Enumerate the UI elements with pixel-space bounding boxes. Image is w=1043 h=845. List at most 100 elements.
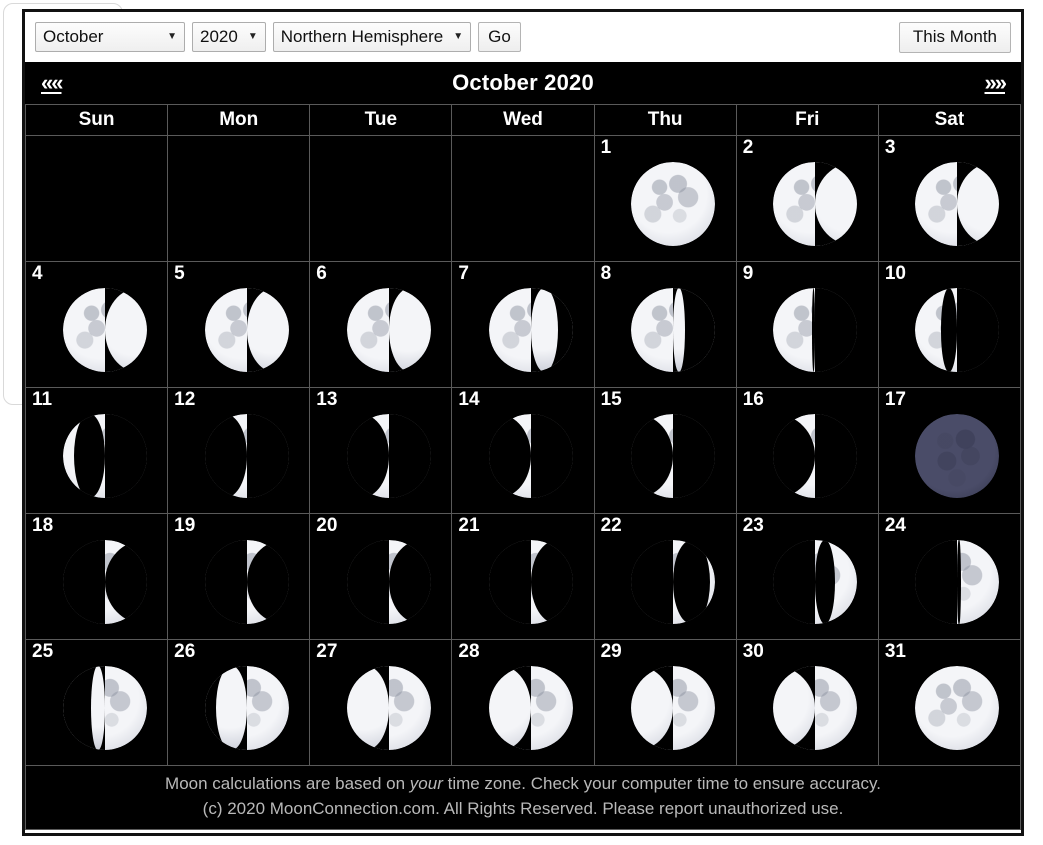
calendar-day-21[interactable]: 21	[451, 513, 595, 640]
day-number: 18	[32, 515, 54, 536]
calendar-day-3[interactable]: 3	[877, 135, 1022, 262]
calendar-day-26[interactable]: 26	[167, 639, 311, 766]
moon-disc-waxing-gibbous	[631, 665, 716, 750]
calendar-day-2[interactable]: 2	[735, 135, 879, 262]
calendar-day-11[interactable]: 11	[24, 387, 169, 514]
month-select[interactable]: October ▼	[35, 22, 185, 52]
calendar-day-28[interactable]: 28	[451, 639, 595, 766]
moon-disc-waning-gibbous	[346, 287, 431, 372]
calendar-day-17[interactable]: 17	[877, 387, 1022, 514]
calendar-day-6[interactable]: 6	[309, 261, 453, 388]
calendar-body: 1 2 3 4 5 6 7 8 9 10 11 12 13 14 15 16 17 18 19 20 21 22 23 24 2…	[24, 135, 1022, 766]
previous-month-arrow-icon[interactable]: ««	[41, 70, 64, 96]
calendar-day-16[interactable]: 16	[735, 387, 879, 514]
calendar-day-5[interactable]: 5	[167, 261, 311, 388]
moon-shadow-half	[530, 413, 573, 498]
moon-disc-waning-crescent	[773, 413, 858, 498]
day-number: 8	[600, 263, 612, 284]
day-number: 16	[742, 389, 764, 410]
calendar-day-13[interactable]: 13	[309, 387, 453, 514]
moon-shadow	[915, 287, 1000, 372]
moon-shadow-half	[815, 287, 858, 372]
weekday-header-row: Sun Mon Tue Wed Thu Fri Sat	[24, 104, 1022, 136]
calendar-day-4[interactable]: 4	[24, 261, 169, 388]
moon-disc-waning-crescent	[62, 413, 147, 498]
weekday-header-wed: Wed	[451, 104, 595, 136]
hemisphere-select[interactable]: Northern Hemisphere ▼	[272, 22, 472, 52]
calendar-day-25[interactable]: 25	[24, 639, 169, 766]
this-month-button[interactable]: This Month	[898, 21, 1011, 53]
moon-terminator-bulge	[388, 287, 431, 372]
moon-phase-image	[452, 262, 593, 387]
moon-terminator-bulge	[773, 413, 816, 498]
moon-disc-waxing-gibbous	[488, 665, 573, 750]
calendar-day-31[interactable]: 31	[877, 639, 1022, 766]
moon-shadow-half	[815, 413, 858, 498]
moon-shadow-half	[104, 413, 147, 498]
calendar-day-29[interactable]: 29	[593, 639, 737, 766]
calendar-day-18[interactable]: 18	[24, 513, 169, 640]
day-number: 14	[458, 389, 480, 410]
day-number: 19	[174, 515, 196, 536]
moon-shadow	[488, 665, 573, 750]
year-select-value: 2020	[200, 27, 238, 46]
calendar-day-10[interactable]: 10	[877, 261, 1022, 388]
moon-terminator-bulge	[530, 287, 558, 372]
day-number: 12	[174, 389, 196, 410]
calendar-day-30[interactable]: 30	[735, 639, 879, 766]
calendar-day-1[interactable]: 1	[593, 135, 737, 262]
moon-disc-full	[915, 665, 1000, 750]
calendar-day-20[interactable]: 20	[309, 513, 453, 640]
calendar-week-row: 18 19 20 21 22 23 24	[24, 513, 1022, 640]
day-number: 21	[458, 515, 480, 536]
moon-terminator-bulge	[673, 539, 711, 624]
moon-shadow	[62, 665, 147, 750]
calendar-day-12[interactable]: 12	[167, 387, 311, 514]
moon-shadow-half	[773, 539, 816, 624]
moon-shadow	[346, 665, 431, 750]
moon-shadow-half	[246, 413, 289, 498]
day-number: 25	[32, 641, 54, 662]
calendar-day-9[interactable]: 9	[735, 261, 879, 388]
year-select[interactable]: 2020 ▼	[192, 22, 266, 52]
moon-disc-waxing-crescent	[773, 539, 858, 624]
calendar-day-27[interactable]: 27	[309, 639, 453, 766]
moon-phase-calendar-widget: October ▼ 2020 ▼ Northern Hemisphere ▼ G…	[22, 9, 1024, 836]
moon-shadow	[773, 539, 857, 624]
moon-disc-last-quarter	[915, 287, 1000, 372]
calendar-day-7[interactable]: 7	[451, 261, 595, 388]
go-button[interactable]: Go	[478, 22, 521, 52]
moon-terminator-bulge	[815, 539, 836, 624]
day-number: 30	[742, 641, 764, 662]
calendar-day-empty	[451, 135, 595, 262]
moon-disc-waning-crescent	[488, 413, 573, 498]
moon-shadow	[204, 413, 289, 498]
moon-disc-first-quarter	[915, 539, 1000, 624]
moon-disc-waning-crescent	[346, 413, 431, 498]
calendar-day-22[interactable]: 22	[593, 513, 737, 640]
calendar-day-24[interactable]: 24	[877, 513, 1022, 640]
chevron-down-icon: ▼	[453, 31, 464, 42]
moon-phase-image	[595, 136, 736, 261]
day-number: 15	[600, 389, 622, 410]
moon-shadow	[631, 665, 715, 750]
moon-shadow	[915, 539, 999, 624]
chevron-down-icon: ▼	[247, 31, 258, 42]
moon-shadow-half	[204, 539, 247, 624]
calendar-day-23[interactable]: 23	[735, 513, 879, 640]
moon-disc-waning-gibbous	[62, 287, 147, 372]
calendar-day-15[interactable]: 15	[593, 387, 737, 514]
moon-shadow-half	[388, 413, 431, 498]
moon-disc-waning-crescent	[204, 413, 289, 498]
moon-phase-image	[168, 262, 309, 387]
calendar-day-14[interactable]: 14	[451, 387, 595, 514]
moon-disc-waning-gibbous	[488, 287, 573, 372]
weekday-header-tue: Tue	[309, 104, 453, 136]
calendar-day-19[interactable]: 19	[167, 513, 311, 640]
moon-terminator-bulge	[388, 539, 431, 624]
calendar-day-8[interactable]: 8	[593, 261, 737, 388]
next-month-arrow-icon[interactable]: »»	[985, 70, 1008, 96]
day-number: 6	[316, 263, 327, 284]
moon-terminator-bulge	[957, 539, 961, 624]
moon-disc-waning-gibbous	[204, 287, 289, 372]
